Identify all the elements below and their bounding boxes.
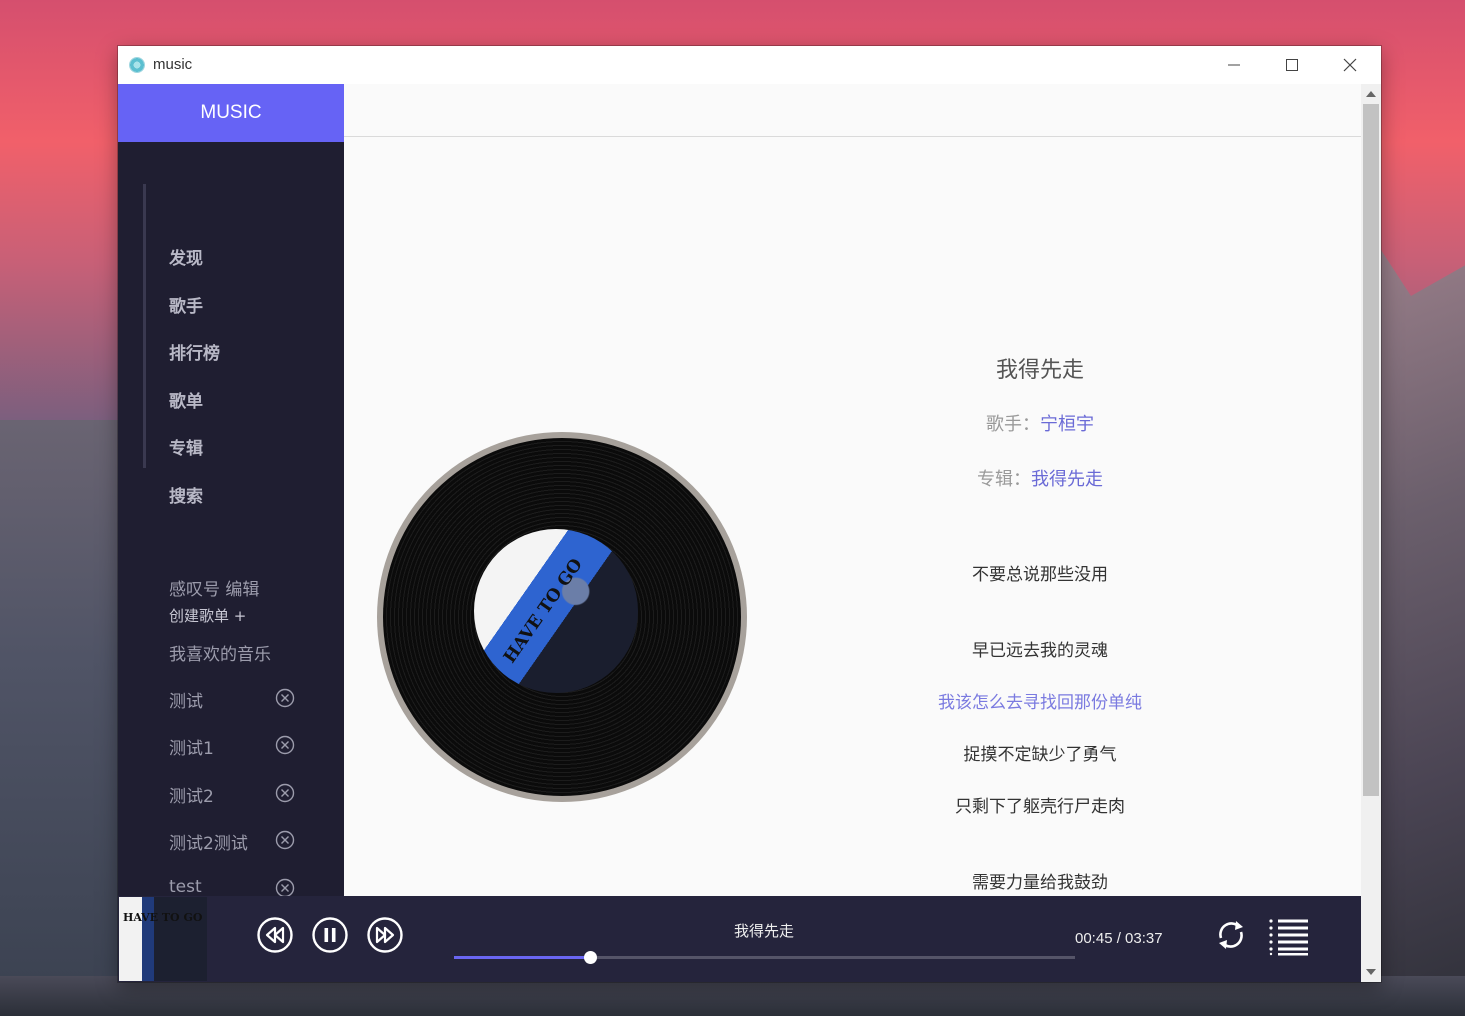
lyric-line: 需要力量给我鼓劲 bbox=[972, 873, 1108, 893]
song-title: 我得先走 bbox=[995, 358, 1084, 383]
arrow-up-icon bbox=[1366, 91, 1376, 97]
scrollbar[interactable] bbox=[1361, 84, 1381, 982]
lyric-line: 只剩下了躯壳行尸走肉 bbox=[955, 797, 1125, 817]
lyric-line: 捉摸不定缺少了勇气 bbox=[963, 745, 1117, 765]
nav-item-search[interactable]: 搜索 bbox=[169, 482, 203, 507]
arrow-down-icon bbox=[1366, 969, 1376, 975]
playlist-name: test bbox=[169, 877, 202, 897]
maximize-icon bbox=[1286, 59, 1298, 71]
rewind-icon[interactable] bbox=[256, 916, 294, 954]
playlist-name: 测试1 bbox=[169, 739, 214, 759]
progress-bar[interactable] bbox=[454, 951, 1075, 964]
close-circle-icon[interactable] bbox=[275, 735, 295, 755]
nav-item-singers[interactable]: 歌手 bbox=[169, 292, 203, 317]
lyric-line-active: 我该怎么去寻找回那份单纯 bbox=[938, 693, 1142, 713]
time-display: 00:45 / 03:37 bbox=[1075, 930, 1163, 947]
artist-link[interactable]: 宁桓宇 bbox=[1040, 414, 1094, 435]
title-bar: music bbox=[118, 46, 1381, 84]
scrollbar-thumb[interactable] bbox=[1363, 104, 1379, 796]
lyric-line: 不要总说那些没用 bbox=[972, 565, 1108, 585]
playlist-item[interactable]: 测试2 bbox=[169, 782, 299, 807]
now-playing-title: 我得先走 bbox=[733, 922, 794, 940]
lyric-line: 早已远去我的灵魂 bbox=[972, 641, 1108, 661]
now-playing-cover[interactable]: HAVE TO GO bbox=[119, 897, 207, 981]
nav-item-albums[interactable]: 专辑 bbox=[169, 434, 203, 459]
album-cover-text: HAVE TO GO bbox=[499, 554, 587, 668]
vinyl-record: HAVE TO GO bbox=[377, 432, 747, 802]
app-window: music MUSIC 发现 歌手 排行榜 歌单 专辑 搜索 感叹号 编辑 创建… bbox=[118, 46, 1381, 982]
edit-label[interactable]: 感叹号 编辑 bbox=[169, 575, 259, 600]
playlist-item[interactable]: 测试 bbox=[169, 687, 299, 712]
scroll-up-arrow[interactable] bbox=[1361, 86, 1381, 102]
playlist-name: 测试2 bbox=[169, 787, 214, 807]
close-circle-icon[interactable] bbox=[275, 878, 295, 898]
app-icon bbox=[129, 57, 145, 73]
minimize-icon bbox=[1228, 64, 1240, 66]
close-circle-icon[interactable] bbox=[275, 783, 295, 803]
minimize-button[interactable] bbox=[1205, 46, 1263, 84]
playlist-item[interactable]: 测试1 bbox=[169, 734, 299, 759]
scroll-down-arrow[interactable] bbox=[1361, 964, 1381, 980]
album-line: 专辑：我得先走 bbox=[890, 465, 1190, 491]
playlist-name: 测试 bbox=[169, 692, 203, 712]
pause-icon[interactable] bbox=[311, 916, 349, 954]
desktop-background-left bbox=[0, 420, 120, 1016]
desktop-background-ground bbox=[0, 976, 1465, 1016]
close-icon bbox=[1343, 58, 1357, 72]
close-circle-icon[interactable] bbox=[275, 688, 295, 708]
nav-item-discover[interactable]: 发现 bbox=[169, 244, 203, 269]
nav-item-playlists[interactable]: 歌单 bbox=[169, 387, 203, 412]
progress-fill bbox=[454, 956, 590, 959]
window-title: music bbox=[153, 56, 193, 73]
sidebar: MUSIC 发现 歌手 排行榜 歌单 专辑 搜索 感叹号 编辑 创建歌单 + 我… bbox=[118, 84, 344, 898]
album-link[interactable]: 我得先走 bbox=[1031, 469, 1103, 490]
player-bar: HAVE TO GO 我得先走 00:45 / 03:37 bbox=[118, 896, 1361, 982]
artist-line: 歌手：宁桓宇 bbox=[890, 410, 1190, 436]
loop-icon[interactable] bbox=[1214, 918, 1248, 952]
mini-cover-text: HAVE TO GO bbox=[123, 911, 203, 924]
nav-item-charts[interactable]: 排行榜 bbox=[169, 339, 220, 364]
progress-handle[interactable] bbox=[583, 951, 597, 964]
brand-logo[interactable]: MUSIC bbox=[118, 84, 344, 142]
lyric-line-partial bbox=[840, 514, 1240, 524]
artist-label: 歌手： bbox=[986, 414, 1040, 435]
album-label: 专辑： bbox=[977, 469, 1031, 490]
create-playlist-button[interactable]: 创建歌单 + bbox=[169, 605, 246, 626]
top-bar bbox=[344, 84, 1361, 137]
favorites-item[interactable]: 我喜欢的音乐 bbox=[169, 640, 271, 665]
fast-forward-icon[interactable] bbox=[366, 916, 404, 954]
playlist-item[interactable]: 测试2测试 bbox=[169, 829, 299, 854]
close-window-button[interactable] bbox=[1321, 46, 1379, 84]
maximize-button[interactable] bbox=[1263, 46, 1321, 84]
album-cover: HAVE TO GO bbox=[474, 529, 638, 693]
nav-rail bbox=[143, 184, 146, 468]
close-circle-icon[interactable] bbox=[275, 830, 295, 850]
playlist-name: 测试2测试 bbox=[169, 834, 248, 854]
list-icon[interactable] bbox=[1268, 918, 1312, 956]
